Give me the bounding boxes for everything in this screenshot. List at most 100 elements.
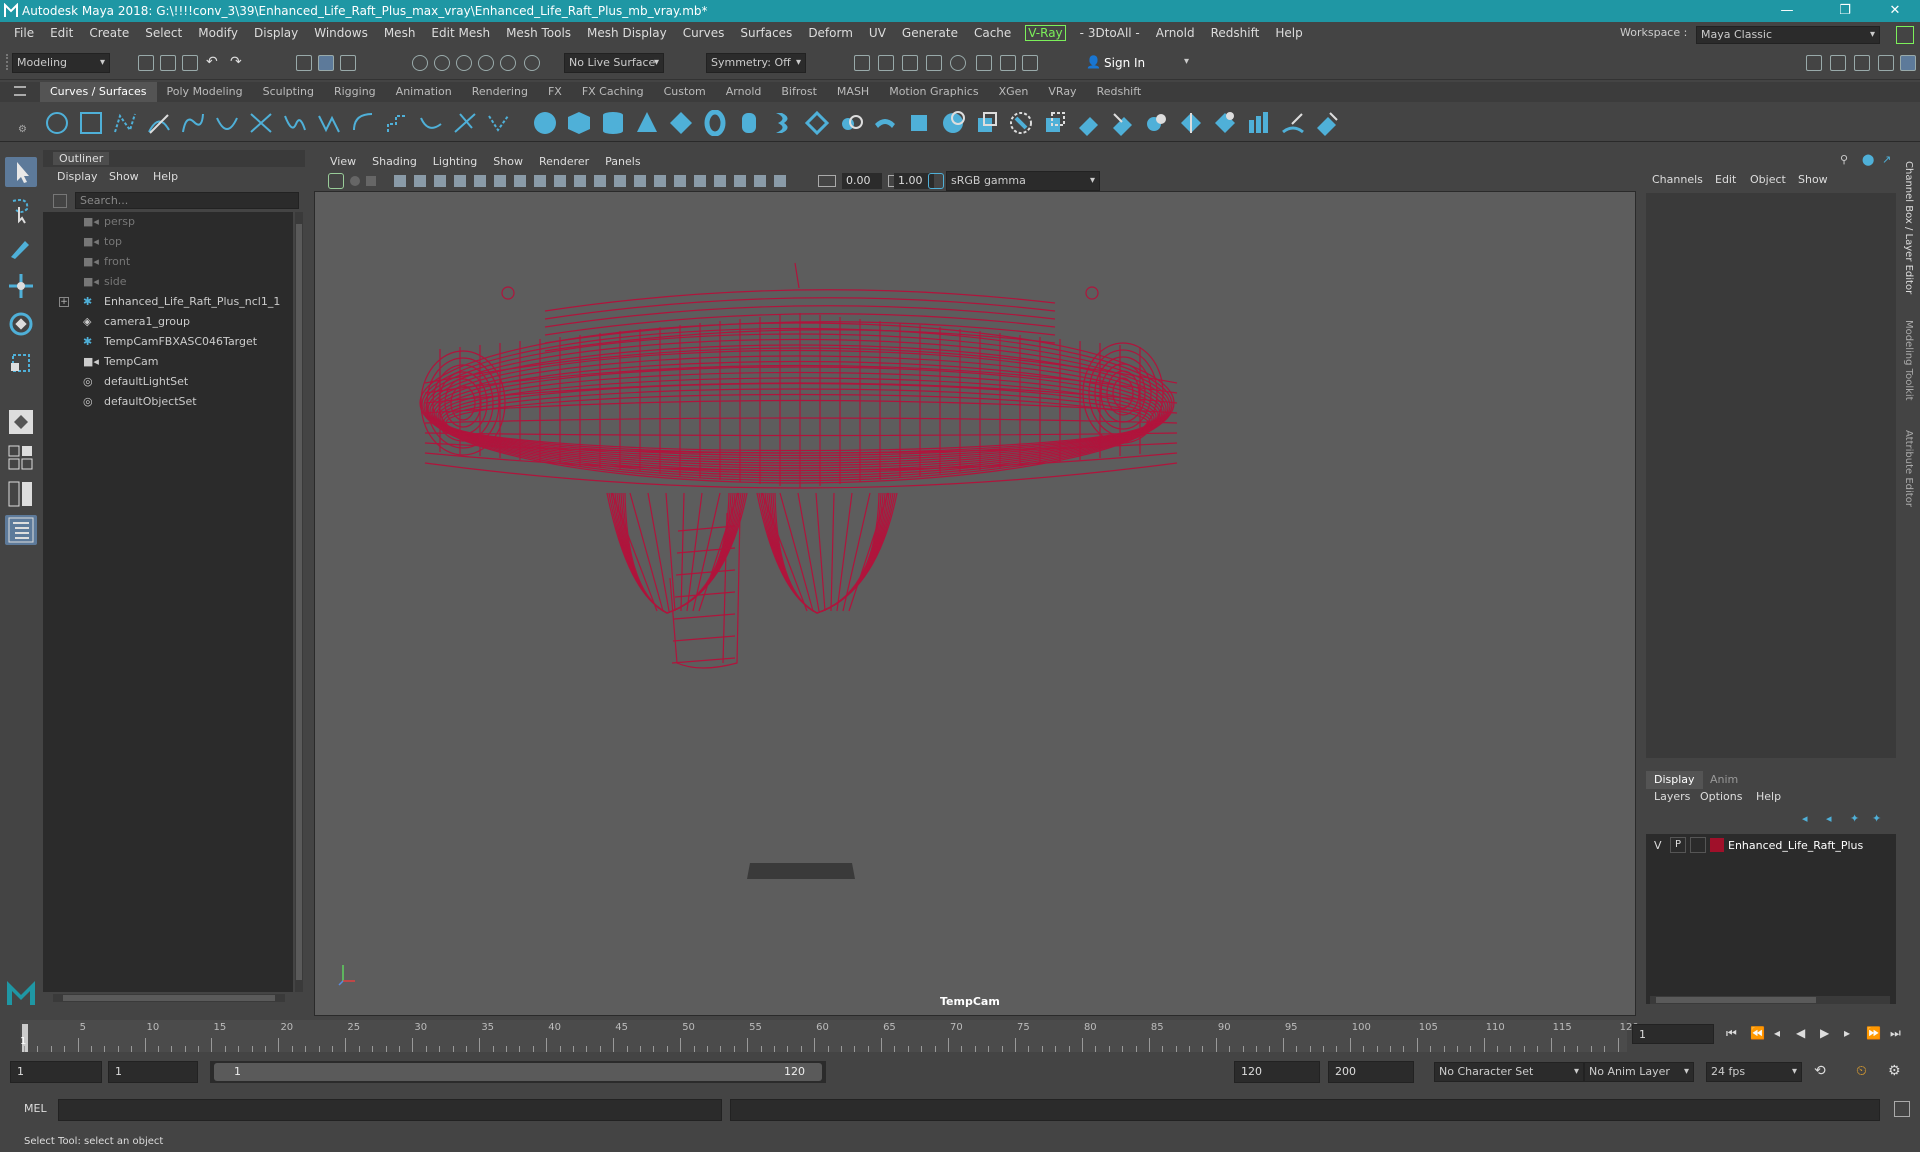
outliner-item[interactable]: ■◂ side	[43, 272, 293, 292]
close-button[interactable]: ✕	[1872, 0, 1918, 22]
attach-curves-icon[interactable]	[282, 110, 308, 136]
play-forward-icon[interactable]: ▶	[1820, 1026, 1829, 1040]
layer-tab-anim[interactable]: Anim	[1702, 771, 1746, 789]
channel-box-icon-c[interactable]: ↗	[1882, 153, 1896, 167]
paint-select-tool-button[interactable]	[5, 233, 37, 263]
cv-curve-icon[interactable]	[112, 110, 138, 136]
shelf-tab-mash[interactable]: MASH	[827, 82, 879, 102]
bezier-curve-icon[interactable]	[248, 110, 274, 136]
command-input[interactable]	[58, 1099, 722, 1121]
layer-display-type-toggle[interactable]	[1690, 837, 1706, 853]
outliner-item[interactable]: ◎ defaultLightSet	[43, 372, 293, 392]
viewport-menu-show[interactable]: Show	[485, 155, 531, 168]
nurbs-torus-icon[interactable]	[702, 110, 728, 136]
birail-icon[interactable]	[872, 110, 898, 136]
layer-playback-toggle[interactable]: P	[1670, 837, 1686, 853]
insert-knot-icon[interactable]	[350, 110, 376, 136]
outliner-item[interactable]: + ✱ Enhanced_Life_Raft_Plus_ncl1_1	[43, 292, 293, 312]
outliner-item[interactable]: ■◂ TempCam	[43, 352, 293, 372]
square-surface-icon[interactable]	[974, 110, 1000, 136]
layout-single-button[interactable]	[5, 407, 37, 437]
menu-edit-mesh[interactable]: Edit Mesh	[423, 26, 498, 40]
attribute-editor-icon[interactable]	[1854, 55, 1870, 71]
save-scene-icon[interactable]	[182, 55, 198, 71]
nurbs-cube-icon[interactable]	[566, 110, 592, 136]
nurbs-circle-icon[interactable]	[44, 110, 70, 136]
rebuild-curve-icon[interactable]	[452, 110, 478, 136]
revolve-icon[interactable]	[736, 110, 762, 136]
rotate-tool-button[interactable]	[5, 309, 37, 339]
lock-camera-icon[interactable]	[350, 176, 360, 186]
shelf-tab-rigging[interactable]: Rigging	[324, 82, 386, 102]
menu-surfaces[interactable]: Surfaces	[732, 26, 800, 40]
outliner-item[interactable]: ✱ TempCamFBXASC046Target	[43, 332, 293, 352]
loft-icon[interactable]	[770, 110, 796, 136]
vray-render-icon[interactable]	[976, 55, 992, 71]
outliner-menu-help[interactable]: Help	[153, 170, 178, 183]
shelf-tab-rendering[interactable]: Rendering	[462, 82, 538, 102]
command-language-label[interactable]: MEL	[24, 1102, 47, 1115]
menu-right-2[interactable]: Redshift	[1203, 26, 1268, 40]
layout-outliner-button[interactable]	[5, 515, 37, 545]
fps-dropdown[interactable]: 24 fps	[1706, 1062, 1802, 1082]
outliner-item[interactable]: ■◂ front	[43, 252, 293, 272]
script-editor-icon[interactable]	[1894, 1101, 1910, 1117]
minimize-button[interactable]: —	[1764, 0, 1810, 22]
live-surface-field[interactable]: No Live Surface	[564, 53, 664, 73]
outliner-scroll-thumb[interactable]	[296, 224, 302, 980]
outliner-item[interactable]: ■◂ top	[43, 232, 293, 252]
anim-prefs-icon[interactable]: ⚙	[1888, 1063, 1901, 1079]
playback-end-field[interactable]: 120	[1234, 1061, 1320, 1083]
channel-menu-edit[interactable]: Edit	[1715, 173, 1736, 186]
ep-curve-icon[interactable]	[146, 110, 172, 136]
redo-icon[interactable]: ↷	[230, 54, 242, 70]
modeling-toolkit-icon[interactable]	[1806, 55, 1822, 71]
render-frame-icon[interactable]	[878, 55, 894, 71]
pause-render-icon[interactable]	[1022, 55, 1038, 71]
snap-curve-icon[interactable]	[434, 55, 450, 71]
sign-in-button[interactable]: 👤 Sign In ▾	[1084, 53, 1196, 73]
loop-icon[interactable]: ⟲	[1814, 1063, 1826, 1079]
range-slider-track[interactable]: 1 120	[210, 1061, 826, 1083]
viewport-menu-renderer[interactable]: Renderer	[531, 155, 597, 168]
select-tool-button[interactable]	[5, 157, 37, 187]
color-space-dropdown[interactable]: sRGB gamma	[946, 171, 1100, 191]
nurbs-cone-icon[interactable]	[634, 110, 660, 136]
menu-mesh-tools[interactable]: Mesh Tools	[498, 26, 579, 40]
hypershade-icon[interactable]	[950, 55, 966, 71]
menu-display[interactable]: Display	[246, 26, 306, 40]
viewport-panel[interactable]	[314, 152, 1636, 1016]
layout-four-button[interactable]	[5, 443, 37, 473]
outliner-hscrollbar[interactable]	[53, 994, 285, 1002]
channel-box-icon[interactable]	[1900, 55, 1916, 71]
shelf-tab-custom[interactable]: Custom	[654, 82, 716, 102]
booleans-icon[interactable]	[1144, 110, 1170, 136]
shelf-tab-bifrost[interactable]: Bifrost	[771, 82, 827, 102]
shelf-tab-sculpting[interactable]: Sculpting	[253, 82, 324, 102]
extrude-icon[interactable]	[838, 110, 864, 136]
shelf-tab-vray[interactable]: VRay	[1038, 82, 1086, 102]
maximize-button[interactable]: ❐	[1822, 0, 1868, 22]
select-component-icon[interactable]	[340, 55, 356, 71]
stitch-icon[interactable]	[1246, 110, 1272, 136]
pencil-curve-icon[interactable]	[180, 110, 206, 136]
offset-curve-icon[interactable]	[418, 110, 444, 136]
snap-grid-icon[interactable]	[412, 55, 428, 71]
character-set-dropdown[interactable]: No Character Set	[1434, 1062, 1584, 1082]
arc-tool-icon[interactable]	[214, 110, 240, 136]
mode-dropdown[interactable]: Modeling	[12, 53, 110, 73]
time-slider-track[interactable]: 1 5 10 15 20 25 30 35 40 45 50 55 60 65 70 75 80 85 90 95 1…	[20, 1020, 1639, 1052]
side-tab-attribute-editor[interactable]: Attribute Editor	[1903, 430, 1914, 507]
nurbs-sphere-icon[interactable]	[532, 110, 558, 136]
go-to-end-icon[interactable]: ⏭	[1890, 1026, 1901, 1041]
animation-start-field[interactable]: 1	[10, 1061, 102, 1083]
go-to-start-icon[interactable]: ⏮	[1726, 1026, 1737, 1041]
menu-generate[interactable]: Generate	[894, 26, 966, 40]
layer-menu-options[interactable]: Options	[1700, 790, 1742, 803]
side-tab-modeling-toolkit[interactable]: Modeling Toolkit	[1903, 320, 1914, 401]
menu-mesh-display[interactable]: Mesh Display	[579, 26, 675, 40]
vray-ipr-icon[interactable]	[1000, 55, 1016, 71]
outliner-menu-show[interactable]: Show	[109, 170, 139, 183]
menu-file[interactable]: File	[6, 26, 42, 40]
menu-vray[interactable]: V-Ray	[1025, 25, 1066, 41]
